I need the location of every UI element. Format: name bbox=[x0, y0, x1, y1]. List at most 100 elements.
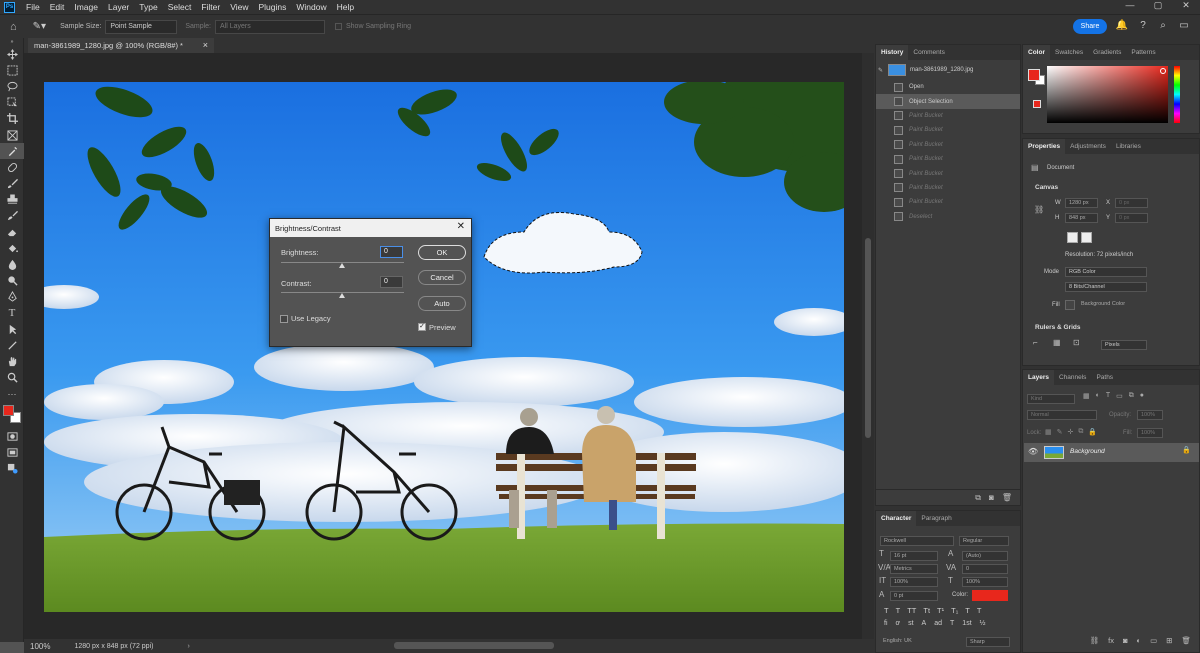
text-color-swatch[interactable] bbox=[972, 590, 1008, 601]
anti-aliasing-select[interactable]: Sharp bbox=[966, 637, 1010, 647]
hue-slider[interactable] bbox=[1174, 66, 1180, 123]
share-button[interactable]: Share bbox=[1073, 19, 1107, 34]
frame-tool-icon[interactable] bbox=[0, 127, 24, 143]
tab-layers[interactable]: Layers bbox=[1023, 370, 1054, 385]
camera-icon[interactable]: ◙ bbox=[989, 493, 994, 502]
fill-swatch[interactable] bbox=[1065, 300, 1075, 310]
share-for-review-icon[interactable] bbox=[0, 461, 24, 477]
vertical-scale-field[interactable]: 100% bbox=[890, 577, 938, 587]
history-item[interactable]: Paint Bucket bbox=[876, 195, 1020, 209]
layer-row[interactable]: 👁 Background 🔒 bbox=[1024, 443, 1199, 462]
menu-view[interactable]: View bbox=[225, 2, 253, 12]
portrait-orientation-icon[interactable] bbox=[1067, 232, 1078, 243]
units-select[interactable]: Pixels bbox=[1101, 340, 1147, 350]
small-caps-icon[interactable]: Tt bbox=[923, 606, 930, 615]
dialog-title-bar[interactable]: Brightness/Contrast ✕ bbox=[270, 219, 471, 237]
visibility-eye-icon[interactable]: 👁 bbox=[1028, 447, 1038, 456]
font-family-select[interactable]: Rockwell bbox=[880, 536, 954, 546]
history-item[interactable]: Deselect bbox=[876, 210, 1020, 224]
clone-stamp-tool-icon[interactable] bbox=[0, 192, 24, 208]
zoom-tool-icon[interactable] bbox=[0, 370, 24, 386]
strikethrough-icon[interactable]: T bbox=[977, 606, 982, 615]
lasso-tool-icon[interactable] bbox=[0, 78, 24, 94]
adjustment-layer-icon[interactable]: ◐ bbox=[1137, 636, 1142, 650]
sample-size-select[interactable]: Point Sample bbox=[105, 19, 178, 34]
leading-field[interactable]: (Auto) bbox=[962, 551, 1008, 561]
tab-gradients[interactable]: Gradients bbox=[1088, 45, 1126, 60]
menu-filter[interactable]: Filter bbox=[196, 2, 225, 12]
type-tool-icon[interactable]: T bbox=[0, 305, 24, 321]
layer-name[interactable]: Background bbox=[1070, 448, 1105, 455]
swash-icon[interactable]: st bbox=[908, 620, 913, 627]
language-select[interactable]: English: UK bbox=[880, 637, 950, 647]
tab-history[interactable]: History bbox=[876, 45, 909, 60]
menu-layer[interactable]: Layer bbox=[103, 2, 134, 12]
all-caps-icon[interactable]: TT bbox=[907, 606, 916, 615]
document-canvas[interactable] bbox=[44, 82, 844, 612]
dodge-tool-icon[interactable] bbox=[0, 273, 24, 289]
status-chevron-icon[interactable]: › bbox=[187, 643, 189, 650]
history-item[interactable]: Object Selection bbox=[876, 94, 1020, 109]
pen-tool-icon[interactable] bbox=[0, 289, 24, 305]
mode-select[interactable]: RGB Color bbox=[1065, 267, 1147, 277]
tab-libraries[interactable]: Libraries bbox=[1111, 139, 1146, 154]
menu-edit[interactable]: Edit bbox=[45, 2, 70, 12]
history-item[interactable]: Paint Bucket bbox=[876, 152, 1020, 166]
eyedropper-preset-icon[interactable]: ✎▾ bbox=[33, 21, 46, 32]
tab-paragraph[interactable]: Paragraph bbox=[916, 511, 956, 526]
height-field[interactable]: 848 px bbox=[1065, 213, 1098, 223]
trash-icon[interactable]: 🗑 bbox=[1002, 493, 1012, 502]
lock-position-icon[interactable]: ✛ bbox=[1068, 428, 1074, 436]
preview-checkbox[interactable]: ✓ bbox=[418, 323, 426, 331]
half-icon[interactable]: ½ bbox=[980, 620, 986, 627]
rulers-grids-section-label[interactable]: Rulers & Grids bbox=[1035, 324, 1081, 331]
brush-tool-icon[interactable] bbox=[0, 176, 24, 192]
brightness-input[interactable]: 0 bbox=[380, 246, 403, 258]
contrast-slider-thumb[interactable] bbox=[339, 293, 345, 298]
history-item[interactable]: Open bbox=[876, 80, 1020, 94]
filter-shape-icon[interactable]: ▭ bbox=[1116, 392, 1123, 400]
tracking-field[interactable]: 0 bbox=[962, 564, 1008, 574]
ordinals-icon[interactable]: T bbox=[950, 620, 954, 627]
eraser-tool-icon[interactable] bbox=[0, 224, 24, 240]
dialog-close-icon[interactable]: ✕ bbox=[457, 221, 465, 232]
y-field[interactable]: 0 px bbox=[1115, 213, 1148, 223]
minimize-button[interactable]: — bbox=[1116, 0, 1144, 11]
lock-image-icon[interactable]: ✎ bbox=[1057, 428, 1063, 436]
kerning-field[interactable]: Metrics bbox=[890, 564, 938, 574]
filter-type-icon[interactable]: T bbox=[1106, 392, 1110, 400]
maximize-button[interactable]: ▢ bbox=[1144, 0, 1172, 11]
alternates-icon[interactable]: A bbox=[922, 620, 927, 627]
home-icon[interactable]: ⌂ bbox=[10, 21, 17, 33]
history-item[interactable]: Paint Bucket bbox=[876, 109, 1020, 123]
link-layers-icon[interactable]: ⛓ bbox=[1090, 636, 1100, 650]
eyedropper-tool-icon[interactable] bbox=[0, 143, 24, 160]
lock-transparent-icon[interactable]: ▦ bbox=[1045, 428, 1052, 436]
horizontal-scrollbar[interactable] bbox=[394, 642, 554, 649]
old-style-icon[interactable]: ơ bbox=[896, 620, 901, 627]
object-selection-tool-icon[interactable] bbox=[0, 95, 24, 111]
baseline-shift-field[interactable]: 0 pt bbox=[890, 591, 938, 601]
show-sampling-ring-checkbox[interactable] bbox=[335, 23, 342, 30]
opacity-field[interactable]: 100% bbox=[1137, 410, 1163, 420]
menu-file[interactable]: File bbox=[21, 2, 45, 12]
screen-mode-icon[interactable] bbox=[0, 444, 24, 460]
zoom-level[interactable]: 100% bbox=[30, 642, 50, 651]
tab-color[interactable]: Color bbox=[1023, 45, 1050, 60]
move-tool-icon[interactable] bbox=[0, 46, 24, 62]
menu-image[interactable]: Image bbox=[69, 2, 103, 12]
canvas-section-label[interactable]: Canvas bbox=[1035, 184, 1058, 191]
help-icon[interactable]: ? bbox=[1136, 20, 1150, 34]
delete-layer-icon[interactable]: 🗑 bbox=[1181, 636, 1191, 650]
link-icon[interactable]: ⛓ bbox=[1034, 205, 1044, 214]
superscript-icon[interactable]: T¹ bbox=[937, 606, 944, 615]
brush-source-icon[interactable]: ✎ bbox=[878, 67, 888, 74]
history-item[interactable]: Paint Bucket bbox=[876, 166, 1020, 180]
ok-button[interactable]: OK bbox=[418, 245, 466, 260]
layer-filter-select[interactable]: Kind bbox=[1027, 394, 1075, 404]
history-brush-tool-icon[interactable] bbox=[0, 208, 24, 224]
tab-properties[interactable]: Properties bbox=[1023, 139, 1066, 154]
menu-type[interactable]: Type bbox=[134, 2, 162, 12]
crop-tool-icon[interactable] bbox=[0, 111, 24, 127]
width-field[interactable]: 1280 px bbox=[1065, 198, 1098, 208]
